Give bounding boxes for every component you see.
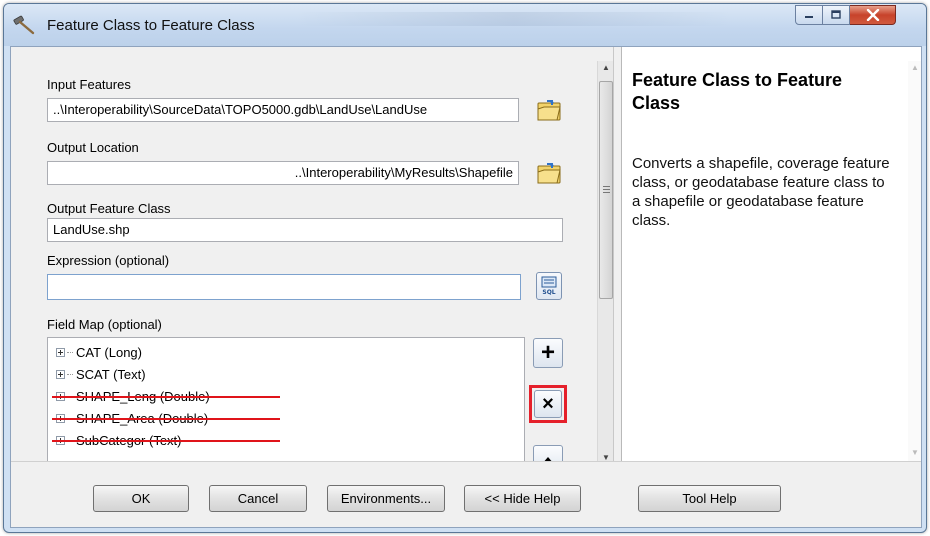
hammer-icon [13,15,35,35]
button-bar: OK Cancel Environments... << Hide Help T… [11,461,921,527]
field-map-item-cat[interactable]: CAT (Long) [56,343,142,361]
cancel-button[interactable]: Cancel [209,485,307,512]
scroll-up-icon[interactable]: ▲ [602,63,610,72]
remove-button-highlight [529,385,567,423]
close-icon [866,9,879,21]
expression-field[interactable] [47,274,521,300]
output-feature-class-label: Output Feature Class [47,201,171,216]
help-pane: Feature Class to Feature Class Converts … [621,47,921,461]
scroll-up-icon[interactable]: ▲ [911,63,919,72]
output-location-label: Output Location [47,140,139,155]
window-title: Feature Class to Feature Class [47,17,255,34]
help-description: Converts a shapefile, coverage feature c… [632,155,890,229]
folder-open-icon [537,163,561,184]
output-feature-class-field[interactable]: LandUse.shp [47,218,563,242]
field-map-label: Field Map (optional) [47,317,162,332]
input-features-browse-button[interactable] [535,97,563,123]
strikethrough-line [52,440,280,442]
expand-icon[interactable] [56,369,65,379]
output-location-field[interactable]: ..\Interoperability\MyResults\Shapefile [47,161,519,185]
move-up-button[interactable] [533,445,563,461]
pane-splitter[interactable] [613,47,619,461]
hide-help-button[interactable]: << Hide Help [464,485,581,512]
add-field-button[interactable]: + [533,338,563,368]
environments-button[interactable]: Environments... [327,485,445,512]
plus-icon: + [540,339,555,366]
parameters-scrollbar[interactable]: ▲ ▼ [597,61,613,461]
expression-label: Expression (optional) [47,253,170,268]
minimize-icon [805,16,813,18]
scroll-down-icon[interactable]: ▼ [602,453,610,461]
title-bar[interactable]: Feature Class to Feature Class [4,4,926,46]
sql-icon: SQL [541,276,557,296]
input-features-label: Input Features [47,77,131,92]
expand-icon[interactable] [56,347,65,357]
field-map-tree[interactable]: CAT (Long) SCAT (Text) SHAPE_Leng (Doubl… [47,337,525,461]
output-location-browse-button[interactable] [535,160,563,186]
field-map-item-scat[interactable]: SCAT (Text) [56,365,146,383]
dialog-client-area: Input Features ..\Interoperability\Sourc… [10,46,922,528]
parameters-pane: Input Features ..\Interoperability\Sourc… [11,47,613,461]
title-bar-glass [294,12,734,26]
folder-open-icon [537,100,561,121]
input-features-field[interactable]: ..\Interoperability\SourceData\TOPO5000.… [47,98,519,122]
scrollbar-thumb[interactable] [599,81,613,299]
svg-text:SQL: SQL [542,289,555,296]
close-button[interactable] [850,5,896,25]
minimize-button[interactable] [795,5,823,25]
strikethrough-line [52,418,280,420]
scroll-down-icon[interactable]: ▼ [911,448,919,457]
maximize-button[interactable] [823,5,850,25]
maximize-icon [831,10,841,19]
sql-query-builder-button[interactable]: SQL [536,272,562,300]
tool-dialog-window: Feature Class to Feature Class Input Fea… [3,3,927,533]
help-title: Feature Class to Feature Class [632,70,843,113]
tool-help-button[interactable]: Tool Help [638,485,781,512]
strikethrough-line [52,396,280,398]
ok-button[interactable]: OK [93,485,189,512]
help-scrollbar[interactable]: ▲ ▼ [908,61,921,461]
